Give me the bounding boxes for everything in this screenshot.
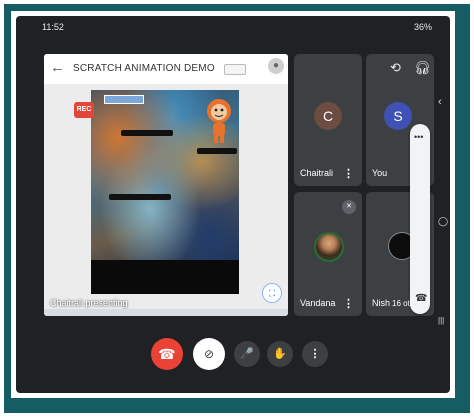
project-title: SCRATCH ANIMATION DEMO [73, 63, 215, 74]
end-call-button[interactable]: ☎ [151, 338, 183, 370]
back-icon[interactable]: ‹ [438, 96, 442, 108]
profile-icon: ● [268, 58, 284, 74]
presenter-label: Chaitrali presenting [50, 298, 128, 308]
back-arrow-icon: ← [50, 59, 65, 76]
screen-share-tile[interactable]: ← SCRATCH ANIMATION DEMO ● REC Chaitrali… [44, 54, 288, 316]
fullscreen-icon[interactable]: ⛶ [262, 283, 282, 303]
android-nav-bar: ‹ ◯ ||| [438, 76, 450, 346]
platform [121, 130, 173, 136]
shared-taskbar [44, 309, 288, 316]
participant-tile-chaitrali[interactable]: C Chaitrali ⋮ [294, 54, 362, 186]
platform [109, 194, 171, 200]
battery-status: 36% [413, 22, 432, 32]
platform [197, 148, 237, 154]
avatar: S [384, 102, 412, 130]
scratch-stage [91, 90, 239, 260]
switch-camera-icon[interactable]: ⟲ [390, 60, 401, 76]
more-options-icon[interactable]: ⋮ [343, 167, 354, 180]
recents-icon[interactable]: ||| [438, 316, 444, 325]
mic-off-icon: ✕ [342, 200, 356, 214]
home-icon[interactable]: ◯ [438, 216, 448, 227]
scratch-sprite-icon [207, 99, 231, 143]
participant-name: Vandana [300, 298, 336, 308]
stage-footer [91, 260, 239, 294]
status-time: 11:52 [42, 22, 64, 32]
shared-window-header: ← SCRATCH ANIMATION DEMO ● [44, 54, 288, 84]
status-bar: 11:52 36% [16, 16, 450, 36]
avatar: C [314, 102, 342, 130]
participant-name: Chaitrali [300, 168, 334, 178]
more-options-button[interactable]: ⋮ [302, 341, 328, 367]
more-options-icon[interactable]: ⋮ [343, 297, 354, 310]
rec-badge: REC [74, 102, 94, 118]
participant-tile-vandana[interactable]: ✕ Vandana ⋮ [294, 192, 362, 316]
stage-indicator [104, 95, 144, 104]
header-chip [224, 64, 246, 75]
meet-screen: 11:52 36% ← SCRATCH ANIMATION DEMO ● REC… [16, 16, 450, 393]
raise-hand-button[interactable]: ✋ [267, 341, 293, 367]
phone-icon[interactable]: ☎ [415, 293, 427, 304]
audio-output-icon[interactable]: 🎧︎ [414, 60, 431, 76]
more-options-icon[interactable]: ••• [414, 132, 423, 142]
participant-name: You [372, 168, 388, 178]
microphone-button[interactable]: 🎤 [234, 341, 260, 367]
avatar [314, 232, 344, 262]
participant-name: Nish [372, 298, 391, 308]
camera-off-button[interactable]: ⊘ [193, 338, 225, 370]
floating-call-panel[interactable]: ••• ☎ [410, 124, 430, 314]
